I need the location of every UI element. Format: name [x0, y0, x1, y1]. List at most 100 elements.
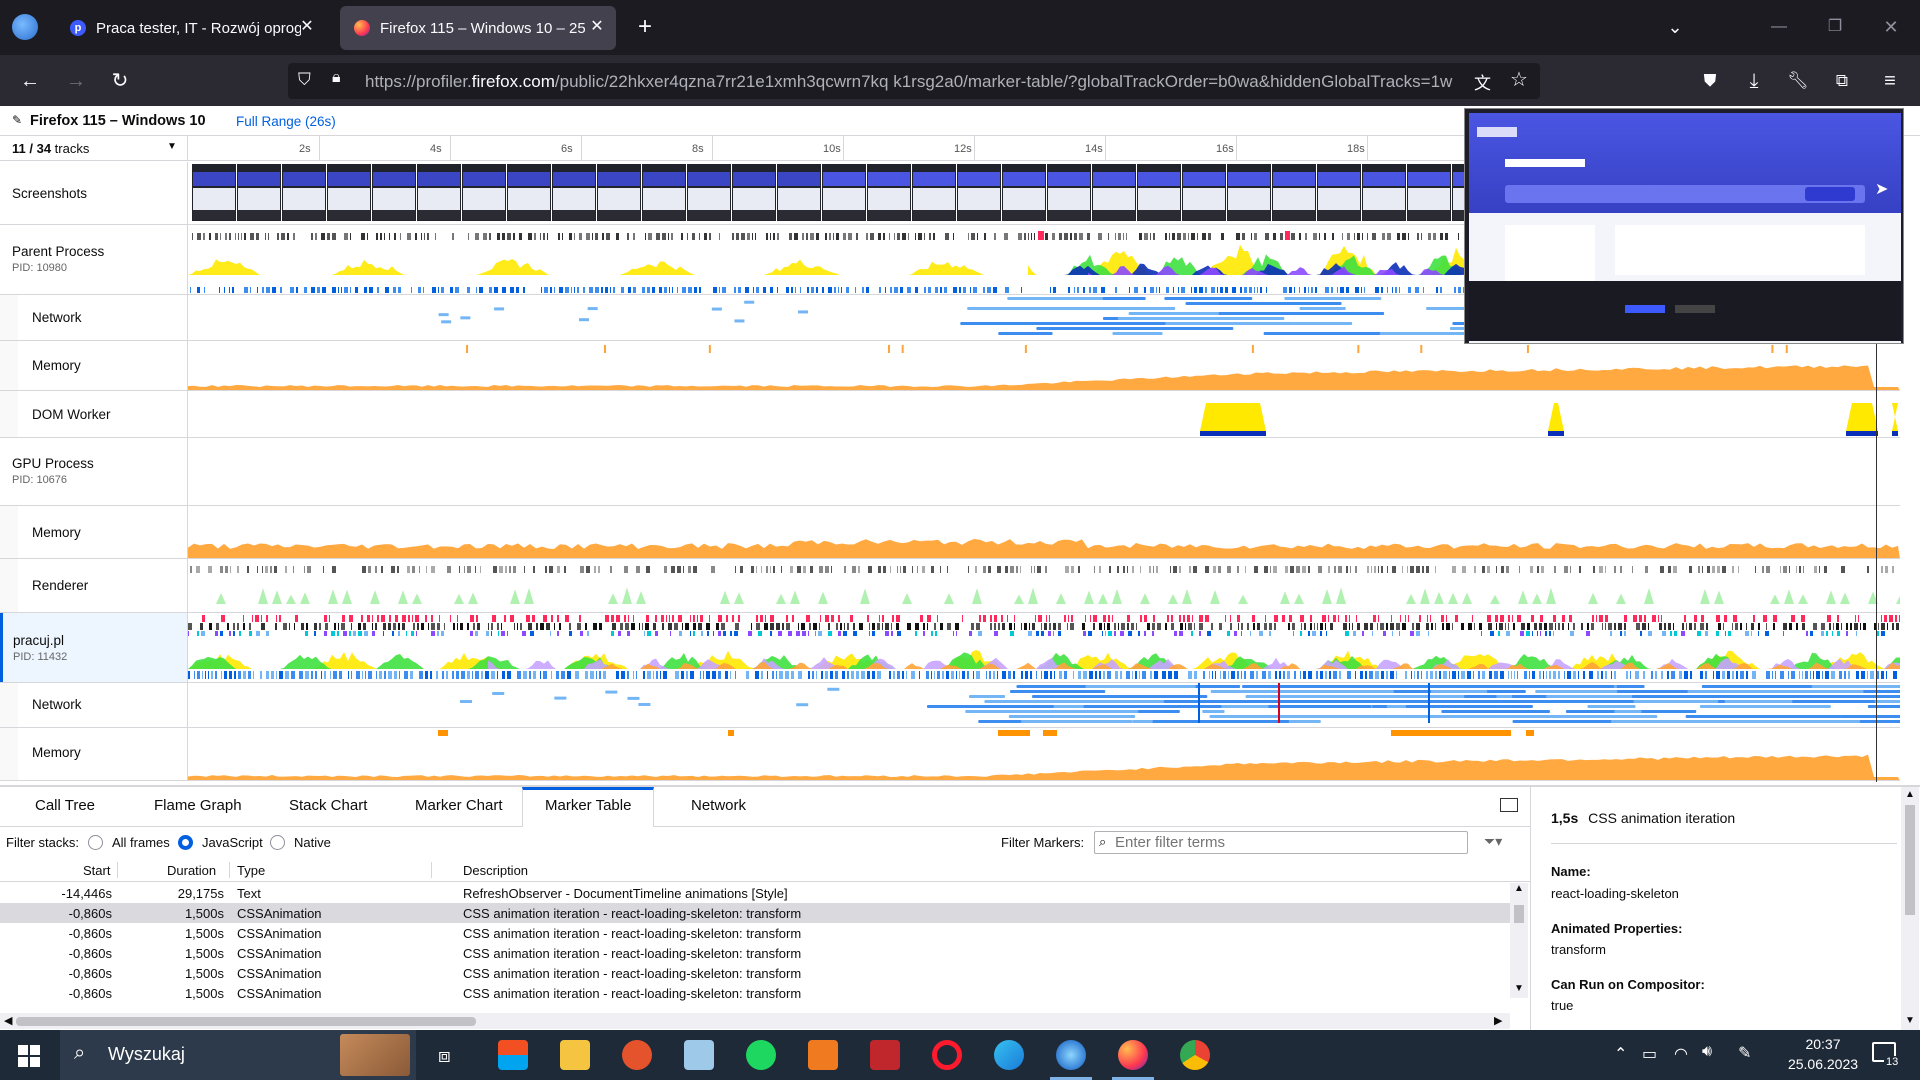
range-breadcrumb[interactable]: Full Range (26s)	[236, 114, 336, 129]
windows-start-icon[interactable]	[18, 1045, 40, 1067]
close-window-icon[interactable]: ✕	[1876, 12, 1906, 42]
opera-icon[interactable]	[932, 1040, 962, 1070]
app-book-icon[interactable]	[684, 1040, 714, 1070]
renderer-graph[interactable]	[188, 559, 1900, 612]
pocket-icon[interactable]: ⛊	[1694, 65, 1726, 97]
close-tab-icon[interactable]: ✕	[588, 18, 606, 36]
column-start[interactable]: Start	[83, 863, 110, 878]
firefox-dev-icon[interactable]	[1056, 1040, 1086, 1070]
clock-date[interactable]: 25.06.2023	[1778, 1056, 1868, 1072]
gpu-process-graph[interactable]	[188, 438, 1900, 505]
column-type[interactable]: Type	[237, 863, 265, 878]
track-gpu-process[interactable]: GPU Process PID: 10676	[0, 438, 1900, 506]
table-row[interactable]: -0,860s 1,500s CSSAnimation CSS animation i…	[0, 983, 1510, 1003]
close-tab-icon[interactable]: ✕	[298, 18, 316, 36]
back-arrow-icon[interactable]: ←	[14, 65, 46, 97]
radio-native[interactable]	[270, 835, 285, 850]
sidebar-scrollbar[interactable]: ▲ ▼	[1901, 787, 1919, 1032]
table-row[interactable]: -0,860s 1,500s CSSAnimation CSS animation i…	[0, 903, 1510, 923]
search-label: Wyszukaj	[108, 1044, 185, 1064]
firefox-icon[interactable]	[1118, 1040, 1148, 1070]
ruler-tick-line	[450, 136, 451, 161]
tab-marker-table[interactable]: Marker Table	[545, 797, 631, 814]
track-count-button[interactable]: 11 / 34 tracks ▼	[0, 136, 188, 161]
spotify-icon[interactable]	[746, 1040, 776, 1070]
minimize-icon[interactable]: —	[1764, 12, 1794, 42]
track-pracuj[interactable]: pracuj.pl PID: 11432	[0, 613, 1900, 683]
track-pid: PID: 10980	[12, 262, 68, 274]
bookmark-star-icon[interactable]: ☆	[1510, 67, 1528, 92]
download-icon[interactable]: ⤓	[1738, 65, 1770, 97]
chrome-icon[interactable]	[1180, 1040, 1210, 1070]
tab-flame-graph[interactable]: Flame Graph	[154, 797, 242, 814]
track-gpu-memory[interactable]: Memory	[0, 506, 1900, 559]
dom-worker-graph[interactable]	[188, 391, 1900, 437]
horizontal-scrollbar[interactable]: ◀ ▶	[0, 1013, 1510, 1029]
app-red-icon[interactable]	[622, 1040, 652, 1070]
track-memory[interactable]: Memory	[0, 341, 1900, 391]
table-row[interactable]: -0,860s 1,500s CSSAnimation CSS animation i…	[0, 963, 1510, 983]
column-description[interactable]: Description	[463, 863, 528, 878]
column-duration[interactable]: Duration	[167, 863, 216, 878]
file-explorer-icon[interactable]	[560, 1040, 590, 1070]
reload-icon[interactable]: ↻	[104, 65, 136, 97]
forward-arrow-icon[interactable]: →	[60, 65, 92, 97]
vertical-scrollbar[interactable]: ▲ ▼	[1510, 883, 1528, 998]
radio-javascript[interactable]	[178, 835, 193, 850]
table-row[interactable]: -0,860s 1,500s CSSAnimation CSS animation i…	[0, 943, 1510, 963]
radio-label[interactable]: JavaScript	[202, 835, 263, 850]
lock-icon[interactable]: 🔒︎	[332, 69, 341, 87]
pencil-icon[interactable]: ✎	[12, 113, 22, 127]
sidebar-toggle-icon[interactable]	[1500, 798, 1518, 812]
translate-icon[interactable]: 文	[1474, 69, 1491, 94]
pracuj-graph[interactable]	[188, 613, 1900, 682]
profile-name[interactable]: Firefox 115 – Windows 10	[30, 113, 206, 129]
battery-icon[interactable]: ▭	[1642, 1044, 1657, 1064]
track-dom-worker[interactable]: DOM Worker	[0, 391, 1900, 438]
memory-graph[interactable]	[188, 341, 1900, 390]
ruler-tick-label: 2s	[299, 143, 311, 155]
wifi-icon[interactable]: ◠	[1674, 1044, 1688, 1064]
table-row[interactable]: -0,860s 1,500s CSSAnimation CSS animation i…	[0, 923, 1510, 943]
tab-pracuj[interactable]: p Praca tester, IT - Rozwój oprogr ✕	[56, 6, 326, 50]
memory-graph[interactable]	[188, 506, 1900, 558]
restore-icon[interactable]: ❐	[1820, 12, 1850, 42]
clock-time[interactable]: 20:37	[1788, 1036, 1858, 1052]
track-renderer[interactable]: Renderer	[0, 559, 1900, 613]
tab-network[interactable]: Network	[691, 797, 746, 814]
caret-down-icon: ▼	[167, 141, 177, 152]
extensions-icon[interactable]: ⧉	[1826, 65, 1858, 97]
task-view-icon[interactable]: ⧈	[438, 1045, 451, 1068]
url-bar[interactable]: ⛉ 🔒︎ https://profiler.firefox.com/public…	[288, 63, 1540, 99]
table-row[interactable]: -14,446s 29,175s Text RefreshObserver - Doc…	[0, 883, 1510, 903]
track-pracuj-network[interactable]: Network	[0, 683, 1900, 728]
radio-label[interactable]: All frames	[112, 835, 170, 850]
store-icon[interactable]	[498, 1040, 528, 1070]
edge-icon[interactable]	[994, 1040, 1024, 1070]
wrench-icon[interactable]: 🔧︎	[1782, 65, 1814, 97]
tab-marker-chart[interactable]: Marker Chart	[415, 797, 503, 814]
app-dragon-icon[interactable]	[870, 1040, 900, 1070]
network-graph[interactable]	[188, 683, 1900, 727]
tray-chevron-icon[interactable]: ⌃	[1614, 1044, 1627, 1064]
app-orange-icon[interactable]	[808, 1040, 838, 1070]
firefox-view-icon[interactable]	[12, 14, 38, 40]
volume-icon[interactable]: 🔊︎	[1702, 1043, 1712, 1061]
shield-icon[interactable]: ⛉	[298, 70, 311, 90]
track-pracuj-memory[interactable]: Memory	[0, 728, 1900, 781]
radio-label[interactable]: Native	[294, 835, 331, 850]
radio-all-frames[interactable]	[88, 835, 103, 850]
menu-icon[interactable]: ≡	[1874, 65, 1906, 97]
url-text[interactable]: https://profiler.firefox.com/public/22hk…	[365, 72, 1465, 92]
filter-markers-input[interactable]: ⌕	[1094, 831, 1468, 854]
tab-stack-chart[interactable]: Stack Chart	[289, 797, 367, 814]
tab-call-tree[interactable]: Call Tree	[35, 797, 95, 814]
list-all-tabs-icon[interactable]: ⌄	[1660, 12, 1690, 42]
ruler-tick-line	[1105, 136, 1106, 161]
new-tab-button[interactable]: +	[630, 12, 660, 42]
pen-icon[interactable]: ✎	[1738, 1043, 1751, 1063]
taskbar-search[interactable]: ⌕ Wyszukaj	[60, 1030, 416, 1080]
memory-graph[interactable]	[188, 728, 1900, 780]
filter-funnel-icon[interactable]: ⏷▾	[1484, 833, 1502, 850]
tab-profiler[interactable]: Firefox 115 – Windows 10 – 25. ✕	[340, 6, 616, 50]
